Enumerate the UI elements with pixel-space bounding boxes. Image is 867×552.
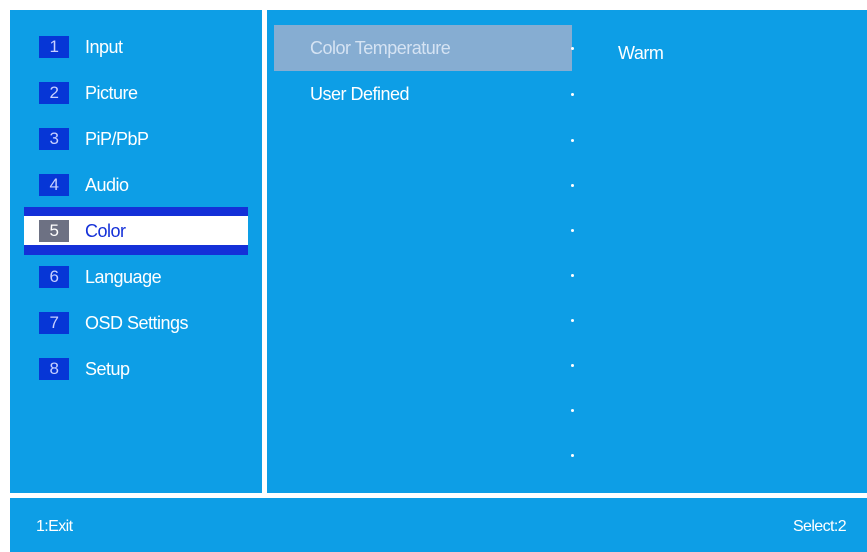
separator-dot (571, 454, 574, 457)
menu-label: Input (85, 36, 123, 57)
separator-dot (571, 184, 574, 187)
menu-item-picture[interactable]: 2 Picture (5, 70, 257, 116)
menu-number: 7 (39, 312, 69, 334)
select-hint[interactable]: Select:2 (793, 518, 847, 536)
menu-number: 8 (39, 358, 69, 380)
menu-label: Language (85, 266, 162, 287)
separator-dot (571, 229, 574, 232)
menu-item-color[interactable]: 5 Color (5, 207, 257, 255)
menu-item-osd-settings[interactable]: 7 OSD Settings (5, 300, 257, 346)
menu-label: OSD Settings (85, 312, 189, 333)
submenu-item-user-defined[interactable]: User Defined (274, 71, 572, 117)
menu-item-setup[interactable]: 8 Setup (5, 346, 257, 392)
footer-bar: 1:Exit Select:2 (10, 498, 867, 552)
menu-number: 2 (39, 82, 69, 104)
separator-dot (571, 319, 574, 322)
menu-label: Color (85, 220, 126, 241)
menu-number: 6 (39, 266, 69, 288)
menu-item-input[interactable]: 1 Input (5, 24, 257, 70)
submenu-item-color-temperature[interactable]: Color Temperature (274, 25, 572, 71)
submenu-label: User Defined (310, 83, 410, 104)
separator-dot (571, 47, 574, 50)
separator-dot (571, 93, 574, 96)
menu-item-language[interactable]: 6 Language (5, 254, 257, 300)
menu-label: PiP/PbP (85, 128, 149, 149)
menu-label: Picture (85, 82, 138, 103)
menu-number: 4 (39, 174, 69, 196)
menu-label: Audio (85, 174, 129, 195)
menu-number: 1 (39, 36, 69, 58)
separator-dot (571, 364, 574, 367)
menu-number: 3 (39, 128, 69, 150)
menu-item-pip-pbp[interactable]: 3 PiP/PbP (5, 116, 257, 162)
separator-dot (571, 409, 574, 412)
osd-menu: 1:Exit Select:2 1 Input 2 Picture 3 PiP/… (5, 5, 867, 552)
submenu-label: Color Temperature (310, 37, 451, 58)
menu-number: 5 (39, 220, 69, 242)
menu-label: Setup (85, 358, 130, 379)
menu-item-audio[interactable]: 4 Audio (5, 162, 257, 208)
separator-dot (571, 274, 574, 277)
color-temperature-value[interactable]: Warm (618, 43, 664, 64)
separator-dot (571, 139, 574, 142)
exit-hint[interactable]: 1:Exit (36, 518, 73, 536)
